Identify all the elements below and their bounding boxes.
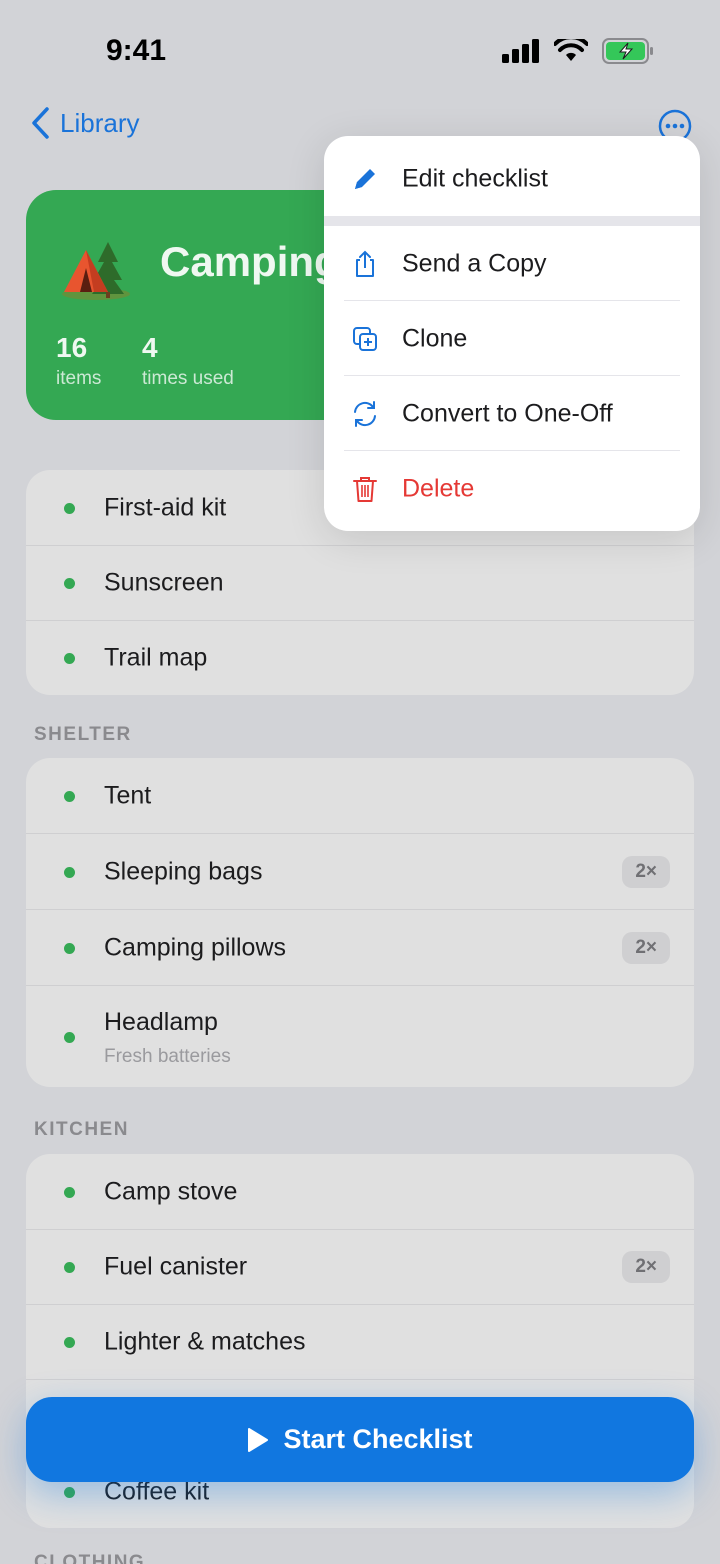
section-title-clothing: CLOTHING	[34, 1552, 146, 1564]
bullet-dot	[64, 1186, 75, 1198]
menu-item-label: Edit checklist	[402, 164, 548, 192]
battery-charging-icon	[602, 38, 653, 64]
status-icons	[502, 38, 654, 64]
trash-icon	[353, 476, 377, 502]
list-item[interactable]: Lighter & matches	[26, 1304, 694, 1379]
share-icon	[356, 250, 374, 277]
item-label: Camp stove	[104, 1177, 238, 1205]
status-bar: 9:41	[0, 0, 720, 100]
start-checklist-label: Start Checklist	[283, 1424, 473, 1454]
list-item[interactable]: Sleeping bags 2×	[26, 833, 694, 909]
item-label: Sunscreen	[104, 568, 224, 597]
item-label: Trail map	[104, 643, 208, 672]
menu-item-label: Delete	[402, 474, 475, 502]
bullet-dot	[64, 1337, 75, 1348]
item-label: Fuel canister	[104, 1252, 248, 1281]
list-item[interactable]: Headlamp Fresh batteries	[26, 985, 694, 1087]
list-item[interactable]: Trail map	[26, 620, 694, 695]
bullet-dot	[64, 790, 75, 802]
menu-item-send-copy[interactable]: Send a Copy	[324, 226, 700, 301]
play-icon	[248, 1427, 269, 1452]
bullet-dot	[64, 1031, 75, 1043]
bullet-dot	[64, 1262, 75, 1273]
start-checklist-button[interactable]: Start Checklist	[26, 1397, 694, 1482]
item-note: Fresh batteries	[104, 1046, 231, 1067]
menu-item-label: Clone	[402, 324, 468, 352]
convert-icon	[354, 400, 376, 427]
list-item[interactable]: Camp stove	[26, 1154, 694, 1229]
item-label: Tent	[104, 781, 152, 809]
quantity-badge: 2×	[622, 855, 670, 888]
tent-icon	[62, 242, 130, 300]
clone-icon	[353, 326, 377, 351]
list-group-shelter: Tent Sleeping bags 2× Camping pillows 2×…	[26, 758, 694, 1087]
bullet-dot	[64, 866, 75, 878]
stat-label: items	[56, 368, 102, 389]
menu-item-convert-one-off[interactable]: Convert to One-Off	[324, 376, 700, 451]
chevron-left-icon	[32, 107, 49, 139]
list-item[interactable]: Fuel canister 2×	[26, 1229, 694, 1304]
menu-item-delete[interactable]: Delete	[324, 451, 700, 526]
list-item[interactable]: Sunscreen	[26, 545, 694, 620]
list-item[interactable]: Camping pillows 2×	[26, 909, 694, 985]
menu-item-edit-checklist[interactable]: Edit checklist	[324, 141, 700, 216]
list-item[interactable]: Tent	[26, 758, 694, 833]
item-label: Camping pillows	[104, 933, 287, 961]
stat-times-used: 4 times used	[142, 332, 234, 390]
bullet-dot	[64, 1487, 75, 1498]
context-menu: Edit checklist Send a Copy Clone Convert…	[324, 136, 700, 531]
item-label: Lighter & matches	[104, 1327, 306, 1356]
stat-label: times used	[142, 368, 234, 389]
bullet-dot	[64, 578, 75, 589]
cellular-signal-icon	[502, 39, 539, 63]
menu-item-label: Send a Copy	[402, 249, 547, 277]
bullet-dot	[64, 942, 75, 954]
menu-separator	[324, 216, 700, 226]
item-label: First-aid kit	[104, 493, 227, 521]
bullet-dot	[64, 653, 75, 664]
menu-item-label: Convert to One-Off	[402, 399, 613, 427]
back-label: Library	[60, 107, 140, 138]
section-title-shelter: SHELTER	[34, 724, 132, 745]
item-label: Sleeping bags	[104, 857, 263, 885]
wifi-icon	[554, 39, 588, 61]
quantity-badge: 2×	[622, 1251, 670, 1283]
pencil-icon	[355, 168, 375, 189]
stat-value: 16	[56, 332, 88, 363]
checklist-title: Camping	[160, 238, 340, 285]
section-title-kitchen: KITCHEN	[34, 1119, 129, 1140]
menu-item-clone[interactable]: Clone	[324, 301, 700, 376]
stat-value: 4	[142, 332, 158, 363]
status-time: 9:41	[106, 34, 167, 67]
stat-items: 16 items	[56, 332, 101, 390]
quantity-badge: 2×	[622, 931, 670, 964]
back-button[interactable]: Library	[30, 106, 139, 140]
item-label: Headlamp	[104, 1008, 218, 1036]
bullet-dot	[64, 502, 75, 514]
